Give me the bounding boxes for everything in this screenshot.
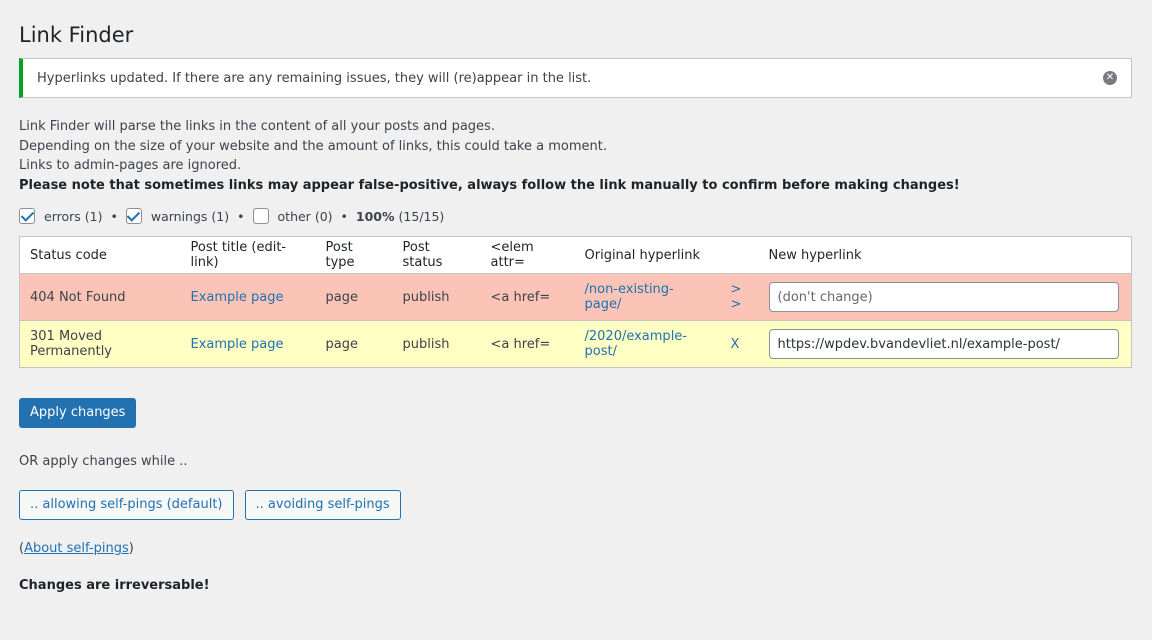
table-row: 301 Moved Permanently Example page page … bbox=[19, 320, 1132, 368]
col-elem-attr: <elem attr= bbox=[480, 236, 575, 274]
avoid-self-pings-button[interactable]: .. avoiding self-pings bbox=[244, 490, 401, 520]
elem-attr: <a href= bbox=[480, 273, 575, 321]
progress-count: (15/15) bbox=[398, 208, 445, 224]
warnings-checkbox[interactable] bbox=[125, 208, 142, 224]
col-post-type: Post type bbox=[315, 236, 393, 274]
about-self-pings-link[interactable]: About self-pings bbox=[24, 541, 129, 556]
other-count: (0) bbox=[314, 208, 333, 224]
col-post-status: Post status bbox=[392, 236, 481, 274]
separator: • bbox=[110, 208, 118, 224]
progress-percent: 100% bbox=[355, 208, 395, 224]
elem-attr: <a href= bbox=[480, 320, 575, 368]
post-type: page bbox=[315, 273, 393, 321]
notice-message: Hyperlinks updated. If there are any rem… bbox=[37, 70, 592, 86]
errors-count: (1) bbox=[84, 208, 103, 224]
col-original-hyperlink: Original hyperlink bbox=[574, 236, 719, 274]
status-filters: errors (1) • warnings (1) • other (0) • … bbox=[19, 207, 1132, 225]
status-code: 301 Moved Permanently bbox=[19, 320, 181, 368]
copy-arrow-button[interactable]: > > bbox=[718, 273, 759, 321]
post-title-link[interactable]: Example page bbox=[191, 337, 284, 352]
or-apply-text: OR apply changes while .. bbox=[19, 454, 188, 469]
other-checkbox[interactable] bbox=[252, 208, 269, 224]
self-ping-buttons: .. allowing self-pings (default) .. avoi… bbox=[19, 490, 1132, 520]
warnings-label: warnings bbox=[150, 208, 208, 224]
col-new-hyperlink: New hyperlink bbox=[758, 236, 1132, 274]
intro-text: Link Finder will parse the links in the … bbox=[19, 117, 1132, 195]
allow-self-pings-button[interactable]: .. allowing self-pings (default) bbox=[19, 490, 234, 520]
table-header-row: Status code Post title (edit-link) Post … bbox=[19, 236, 1132, 274]
separator: • bbox=[340, 208, 348, 224]
intro-line: Depending on the size of your website an… bbox=[19, 138, 607, 154]
apply-changes-button[interactable]: Apply changes bbox=[19, 398, 137, 428]
col-action bbox=[718, 236, 759, 274]
dismiss-icon[interactable]: ✕ bbox=[1103, 71, 1117, 85]
separator: • bbox=[237, 208, 245, 224]
post-type: page bbox=[315, 320, 393, 368]
post-title-link[interactable]: Example page bbox=[191, 290, 284, 305]
success-notice: Hyperlinks updated. If there are any rem… bbox=[19, 58, 1132, 98]
post-status: publish bbox=[392, 320, 481, 368]
intro-line: Links to admin-pages are ignored. bbox=[19, 158, 242, 173]
errors-label: errors bbox=[44, 208, 81, 224]
status-code: 404 Not Found bbox=[19, 273, 181, 321]
col-status-code: Status code bbox=[19, 236, 181, 274]
page-title: Link Finder bbox=[19, 23, 134, 47]
false-positive-note: Please note that sometimes links may app… bbox=[19, 177, 960, 193]
irreversible-warning: Changes are irreversable! bbox=[19, 578, 210, 593]
warnings-count: (1) bbox=[211, 208, 230, 224]
other-label: other bbox=[277, 208, 311, 224]
new-hyperlink-input[interactable] bbox=[768, 329, 1119, 359]
paren-close: ) bbox=[128, 541, 134, 556]
links-table: Status code Post title (edit-link) Post … bbox=[19, 236, 1132, 368]
intro-line: Link Finder will parse the links in the … bbox=[19, 119, 495, 134]
new-hyperlink-input[interactable] bbox=[768, 282, 1119, 312]
reset-x-button[interactable]: X bbox=[718, 320, 759, 368]
errors-checkbox[interactable] bbox=[19, 208, 35, 224]
original-hyperlink[interactable]: /2020/example-post/ bbox=[585, 329, 688, 359]
post-status: publish bbox=[392, 273, 481, 321]
col-post-title: Post title (edit-link) bbox=[180, 236, 316, 274]
table-row: 404 Not Found Example page page publish … bbox=[19, 273, 1132, 321]
about-self-pings: (About self-pings) bbox=[19, 541, 1132, 556]
original-hyperlink[interactable]: /non-existing-page/ bbox=[585, 282, 674, 312]
